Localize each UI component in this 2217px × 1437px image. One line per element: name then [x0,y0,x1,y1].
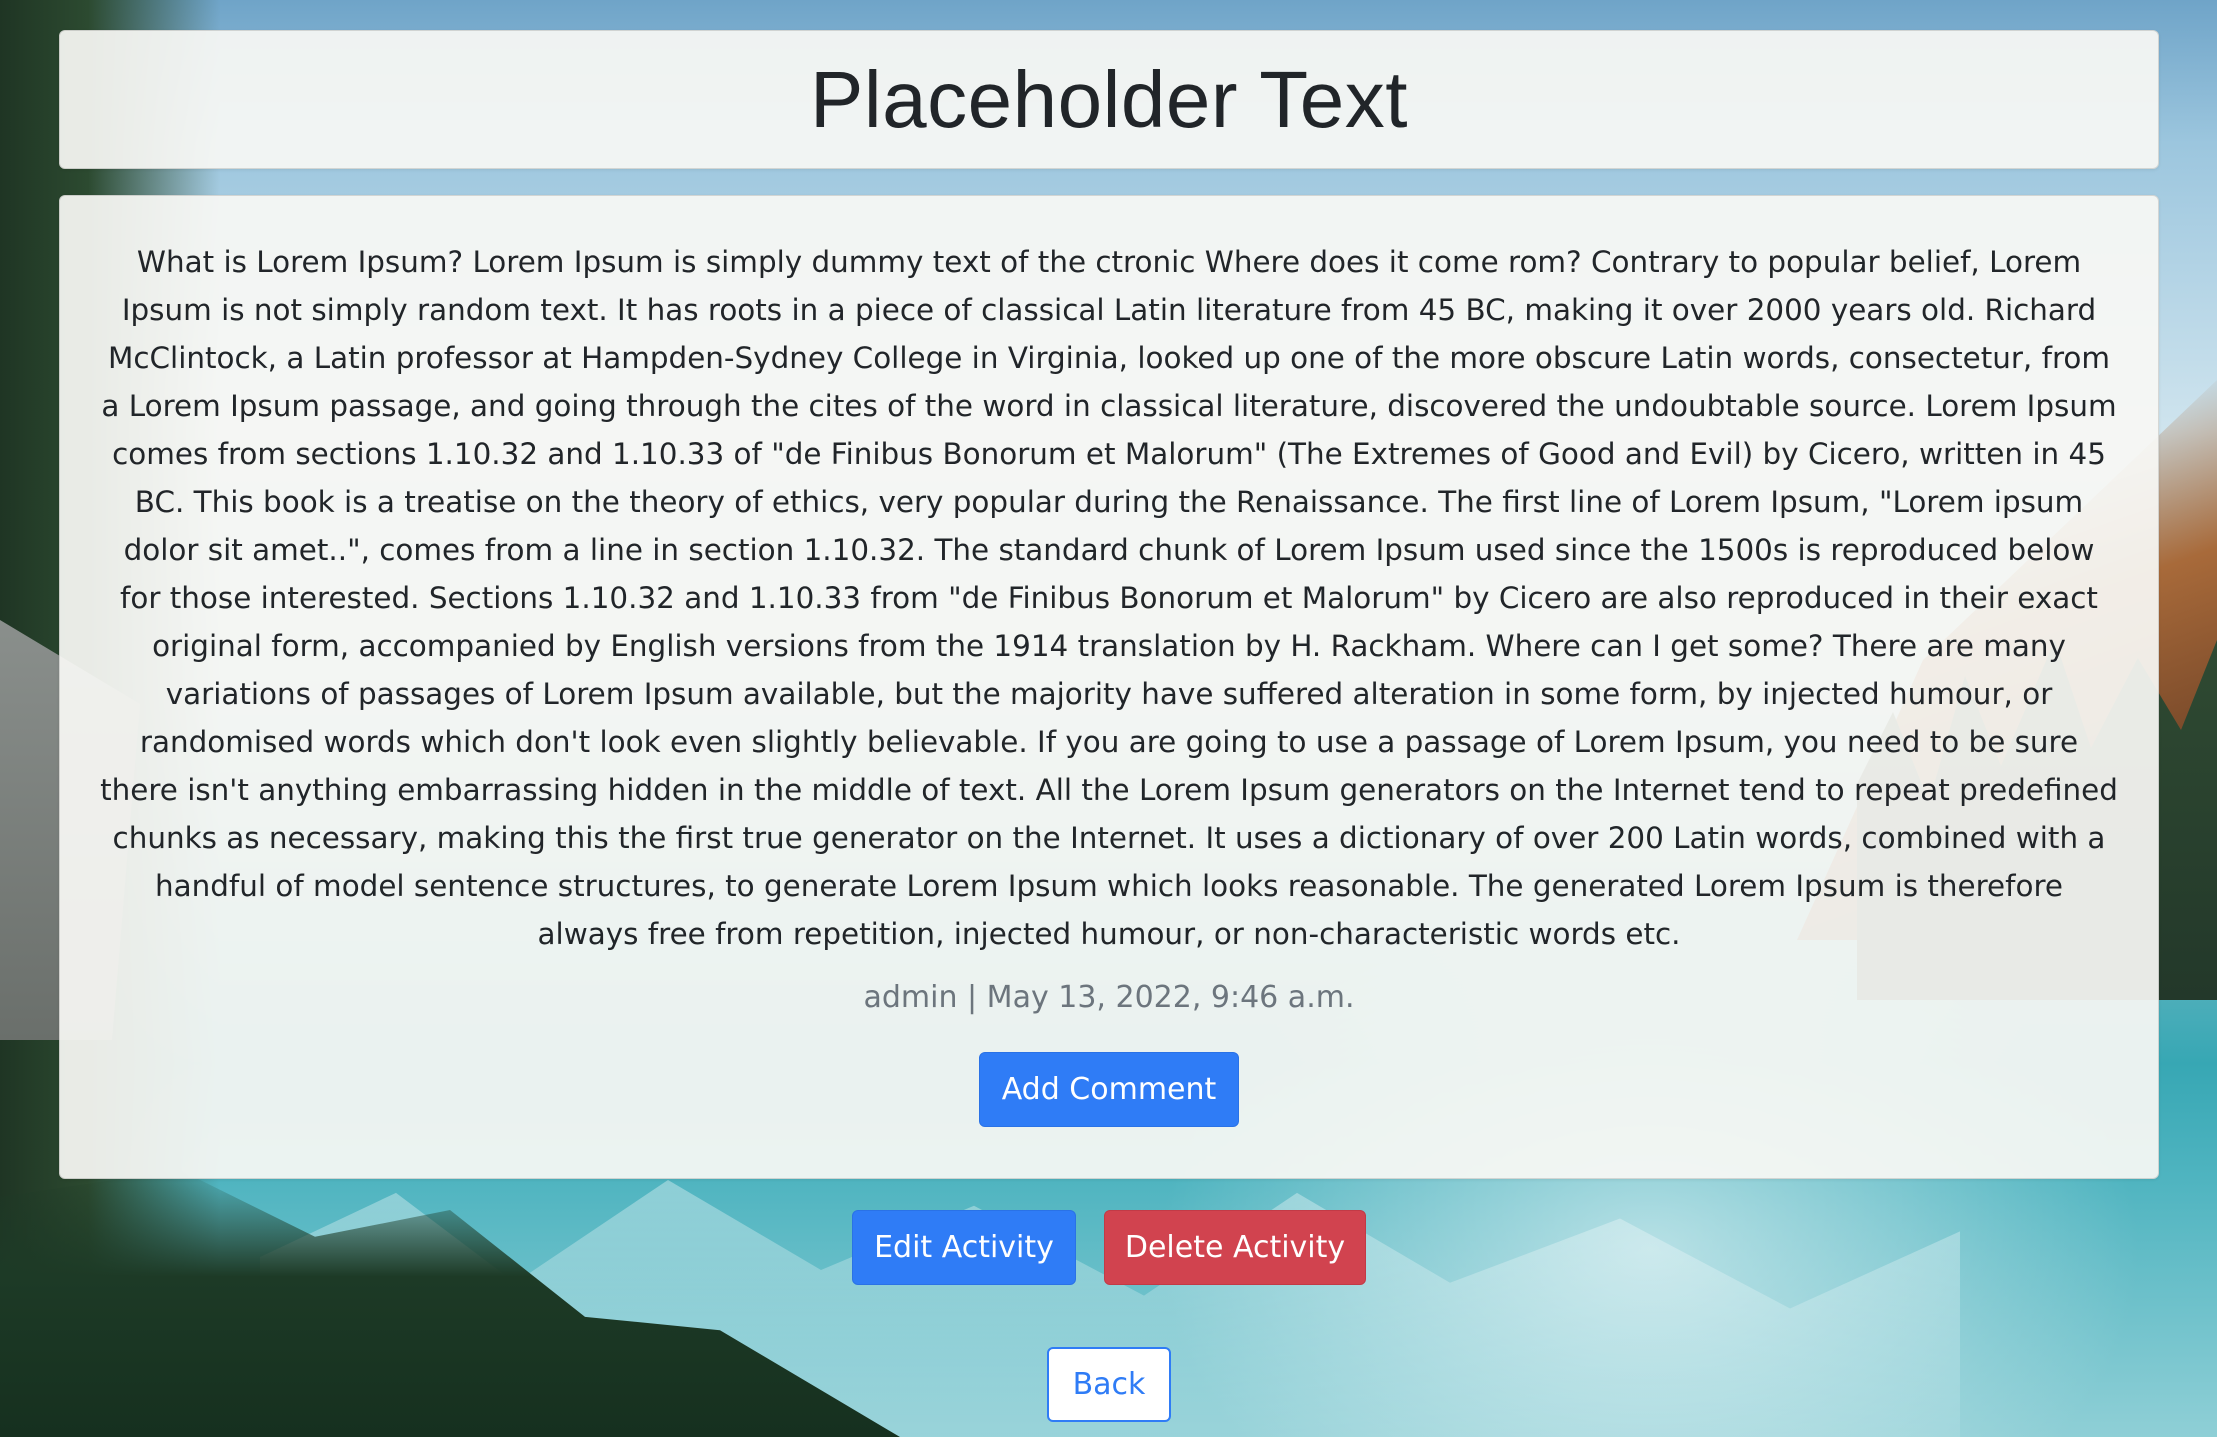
page-title: Placeholder Text [810,54,1408,144]
activity-card: What is Lorem Ipsum? Lorem Ipsum is simp… [59,195,2159,1179]
activity-body-text: What is Lorem Ipsum? Lorem Ipsum is simp… [100,245,2118,951]
author-date-meta: admin | May 13, 2022, 9:46 a.m. [863,980,1355,1015]
back-button[interactable]: Back [1047,1347,1171,1422]
edit-activity-button[interactable]: Edit Activity [852,1210,1076,1285]
add-comment-button[interactable]: Add Comment [979,1052,1239,1127]
title-card: Placeholder Text [59,30,2159,169]
delete-activity-button[interactable]: Delete Activity [1104,1210,1366,1285]
